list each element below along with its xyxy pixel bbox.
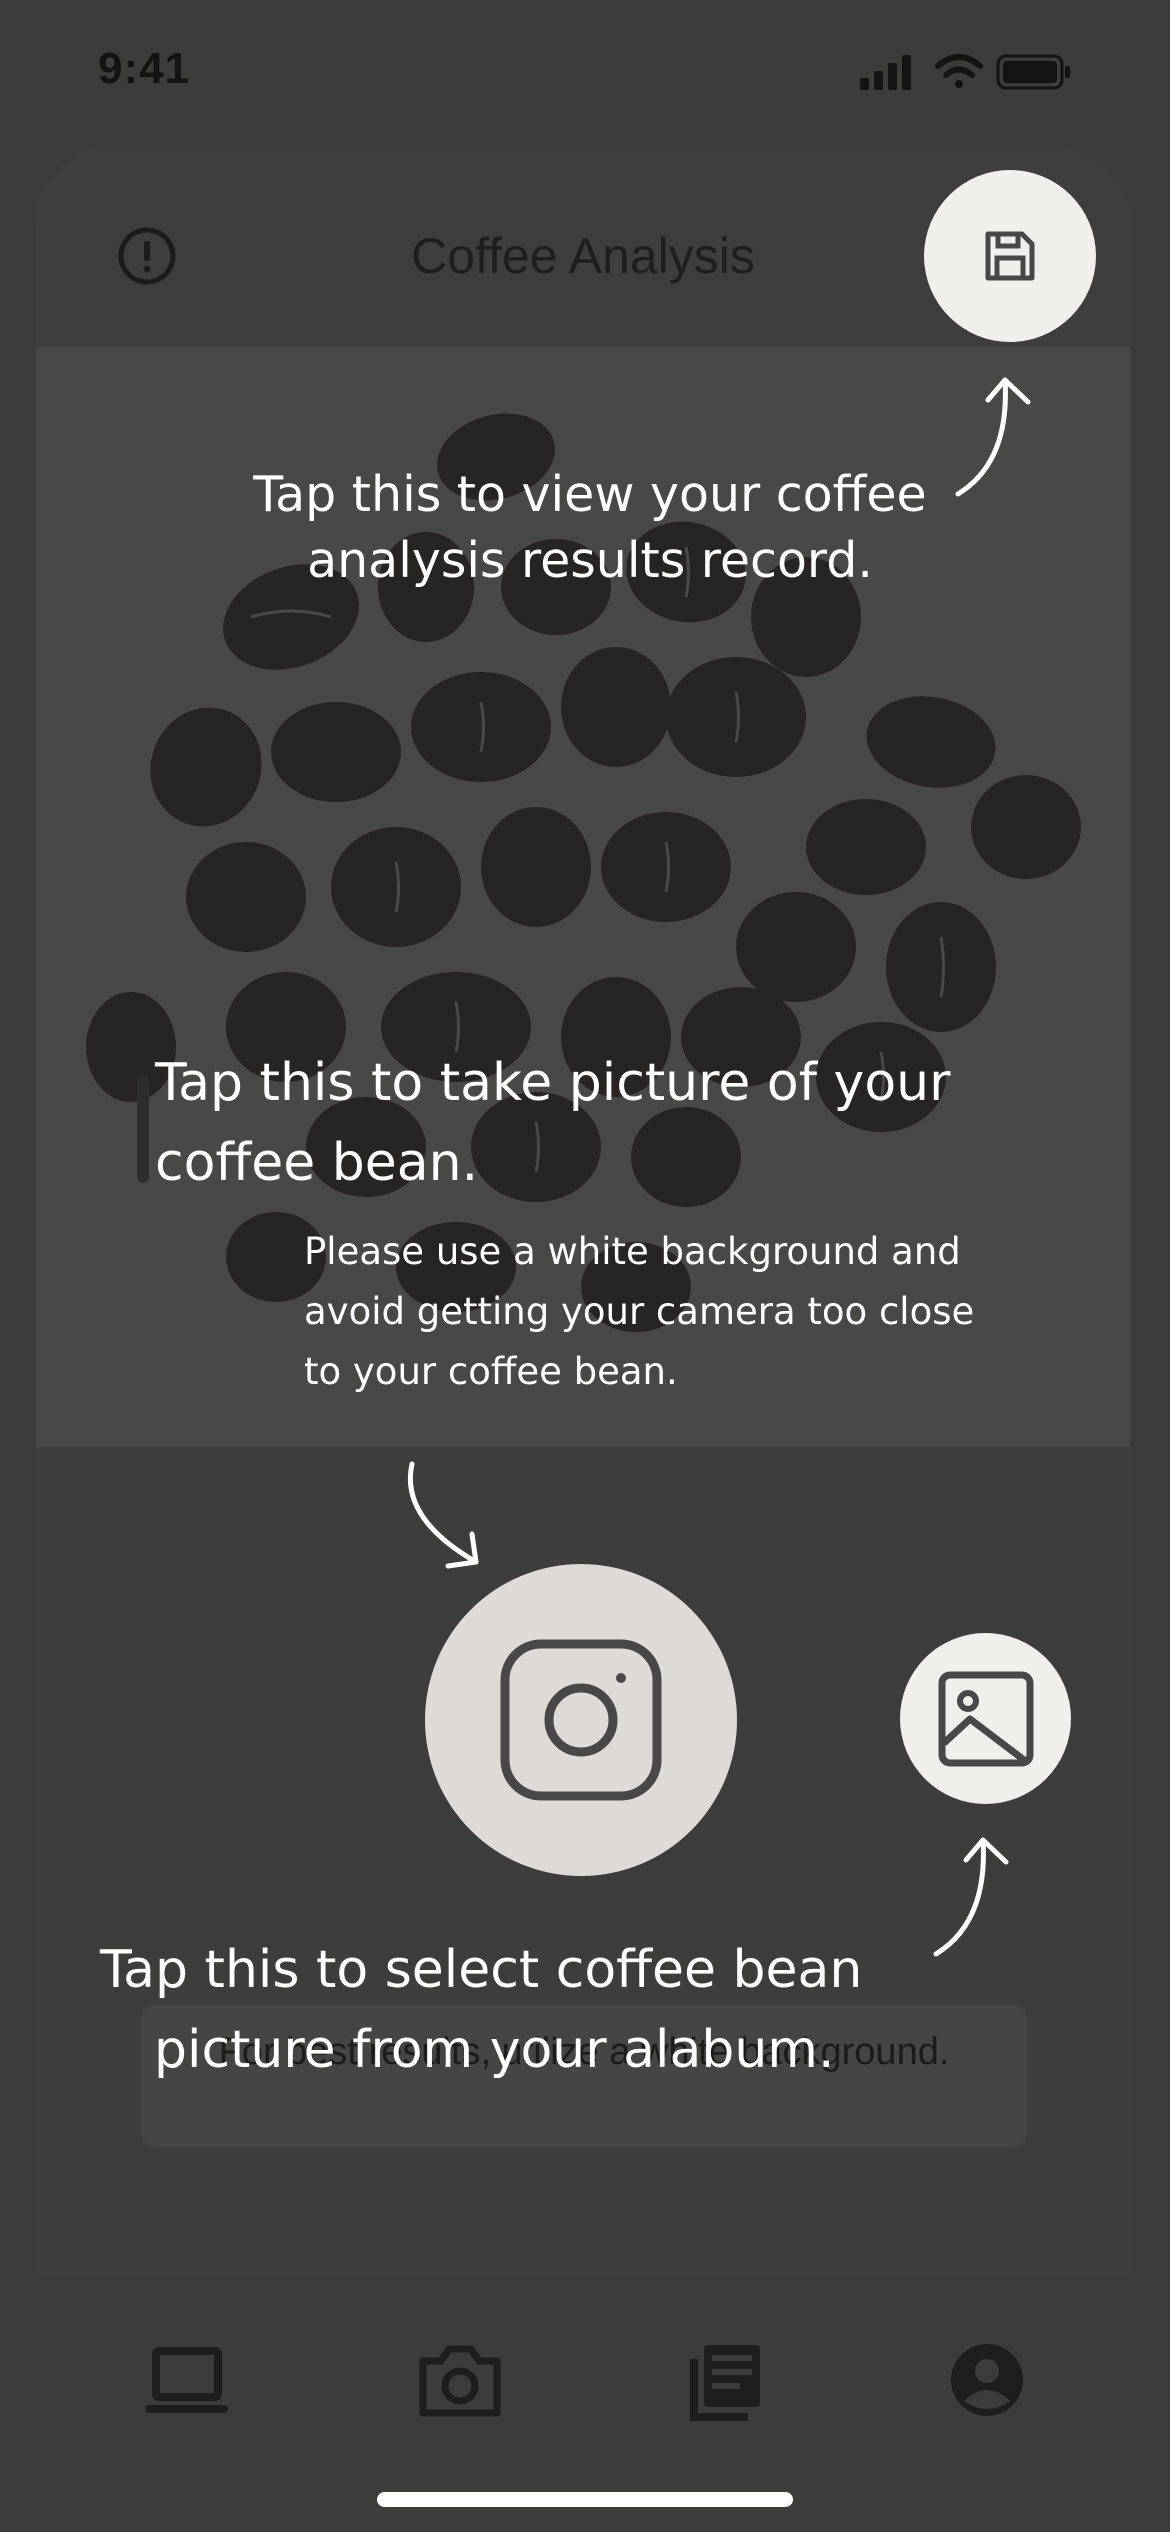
arrow-icon	[933, 1837, 1009, 1957]
save-icon	[985, 231, 1035, 281]
camera-icon[interactable]	[415, 2335, 505, 2425]
battery-icon	[996, 54, 1070, 90]
status-icons	[860, 54, 1070, 90]
gallery-button[interactable]	[900, 1633, 1071, 1804]
home-indicator[interactable]	[377, 2492, 793, 2507]
status-bar: 9:41	[0, 0, 1170, 140]
cellular-icon	[860, 55, 911, 90]
capture-tip: Tap this to take picture of your coffee …	[155, 1053, 951, 1193]
arrow-icon	[407, 1461, 479, 1569]
wifi-icon	[935, 54, 983, 88]
scroll-indicator	[137, 1075, 149, 1183]
save-records-button[interactable]	[924, 170, 1096, 342]
gallery-tip-line-1: Tap this to select coffee bean	[100, 1940, 863, 2000]
image-icon	[938, 1671, 1034, 1767]
gallery-tip: Tap this to select coffee bean picture f…	[100, 1930, 1040, 2090]
laptop-icon[interactable]	[142, 2335, 232, 2425]
capture-note: Please use a white background and avoid …	[304, 1230, 975, 1393]
status-time: 9:41	[98, 44, 191, 93]
save-tip: Tap this to view your coffee analysis re…	[253, 466, 927, 589]
account-icon[interactable]	[942, 2335, 1032, 2425]
capture-button[interactable]	[425, 1564, 737, 1876]
newspaper-icon[interactable]	[680, 2335, 770, 2425]
gallery-tip-line-2: picture from your alabum.	[154, 2020, 835, 2080]
camera-icon	[500, 1639, 662, 1801]
screen: 9:41 Coffee Analysis For best results, u…	[0, 0, 1170, 2532]
arrow-icon	[955, 377, 1031, 497]
